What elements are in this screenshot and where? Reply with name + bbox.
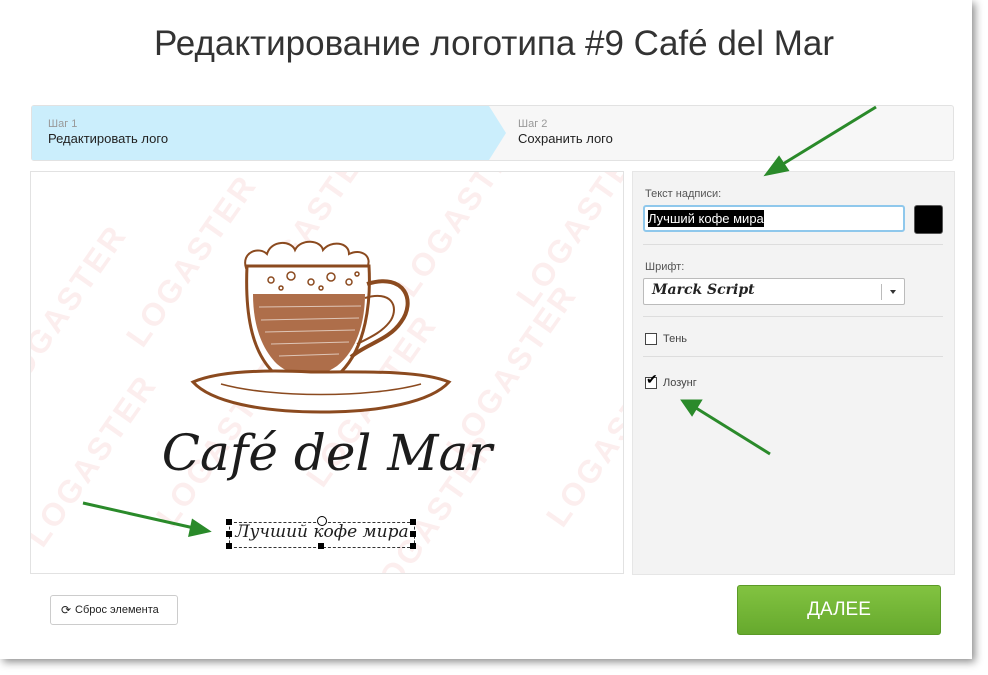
arrow-head [188,518,212,537]
arrow-to-text-input [777,105,877,169]
annotation-arrows [82,105,877,537]
arrow-head [680,399,703,417]
arrow-to-slogan [82,501,195,530]
arrow-head [763,155,790,177]
arrow-to-slogan-checkbox [695,406,771,456]
